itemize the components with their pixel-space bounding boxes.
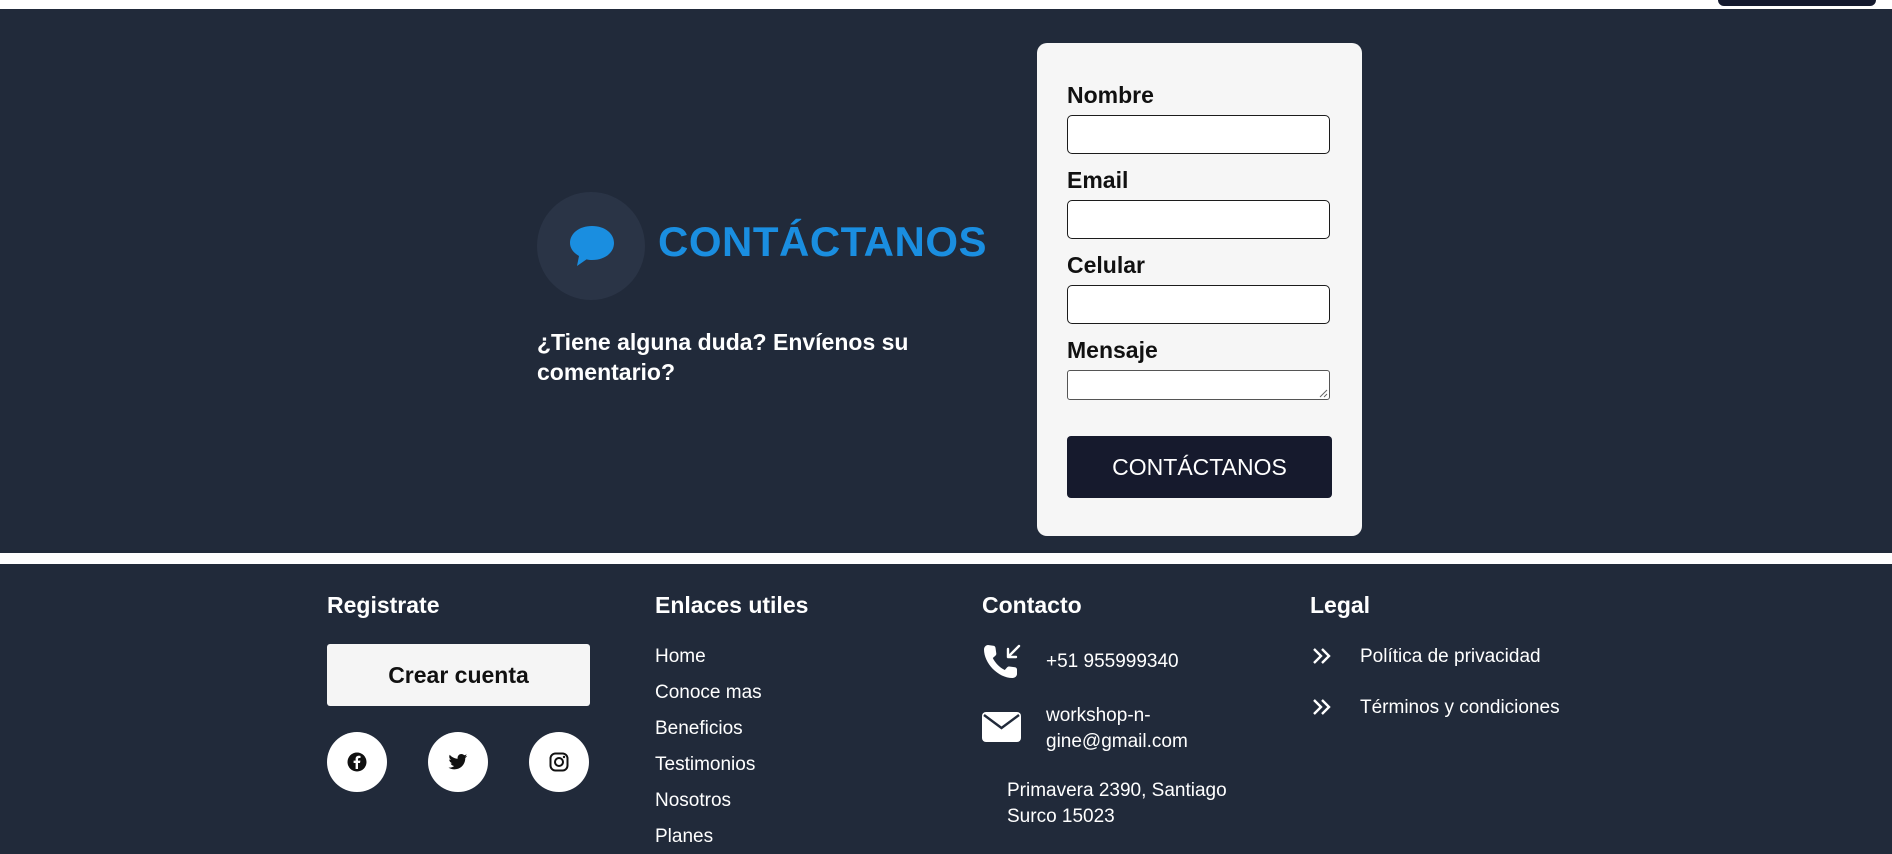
resize-grip-icon[interactable] [1319,389,1328,398]
links-title: Enlaces utiles [655,592,809,618]
contact-email-line1: workshop-n- [1046,705,1151,726]
contact-address-line2: Surco 15023 [1007,806,1115,827]
register-title: Registrate [327,592,440,618]
footer: Registrate Crear cuenta Enlaces utiles H… [0,564,1892,854]
message-textarea[interactable] [1067,370,1330,400]
twitter-button[interactable] [428,732,488,792]
phone-field[interactable] [1067,285,1330,324]
header-button-fragment[interactable] [1718,0,1876,6]
contact-address-line1: Primavera 2390, Santiago [1007,780,1227,801]
footer-link-conoce-mas[interactable]: Conoce mas [655,682,762,704]
footer-link-home[interactable]: Home [655,646,706,668]
name-label: Nombre [1067,82,1154,108]
contact-section: CONTÁCTANOS ¿Tiene alguna duda? Envíenos… [0,9,1892,553]
twitter-icon [448,754,468,770]
double-chevron-right-icon [1313,699,1331,715]
footer-link-nosotros[interactable]: Nosotros [655,790,731,812]
footer-link-testimonios[interactable]: Testimonios [655,754,755,776]
contact-title: CONTÁCTANOS [658,218,988,265]
contact-form: Nombre Email Celular Mensaje CONTÁCTANOS [1037,43,1362,536]
create-account-button[interactable]: Crear cuenta [327,644,590,706]
double-chevron-right-icon [1313,648,1331,664]
phone-incoming-icon [984,644,1021,678]
chat-icon-circle [537,192,645,300]
footer-link-beneficios[interactable]: Beneficios [655,718,743,740]
legal-link-privacy[interactable]: Política de privacidad [1360,646,1541,668]
instagram-button[interactable] [529,732,589,792]
message-label: Mensaje [1067,337,1158,363]
chat-bubble-icon [570,226,614,266]
contact-phone: +51 955999340 [1046,651,1179,672]
footer-link-planes[interactable]: Planes [655,826,713,848]
facebook-icon [347,752,367,772]
contact-email-line2: gine@gmail.com [1046,731,1188,752]
envelope-icon [982,712,1021,742]
phone-label: Celular [1067,252,1145,278]
email-label: Email [1067,167,1129,193]
submit-button[interactable]: CONTÁCTANOS [1067,436,1332,498]
contact-column-title: Contacto [982,592,1082,618]
top-strip [0,0,1892,9]
legal-title: Legal [1310,592,1371,618]
legal-link-terms[interactable]: Términos y condiciones [1360,697,1560,719]
instagram-icon [549,752,569,772]
section-divider [0,553,1892,564]
contact-subtitle: ¿Tiene alguna duda? Envíenos su comentar… [537,329,909,385]
name-field[interactable] [1067,115,1330,154]
facebook-button[interactable] [327,732,387,792]
email-field[interactable] [1067,200,1330,239]
